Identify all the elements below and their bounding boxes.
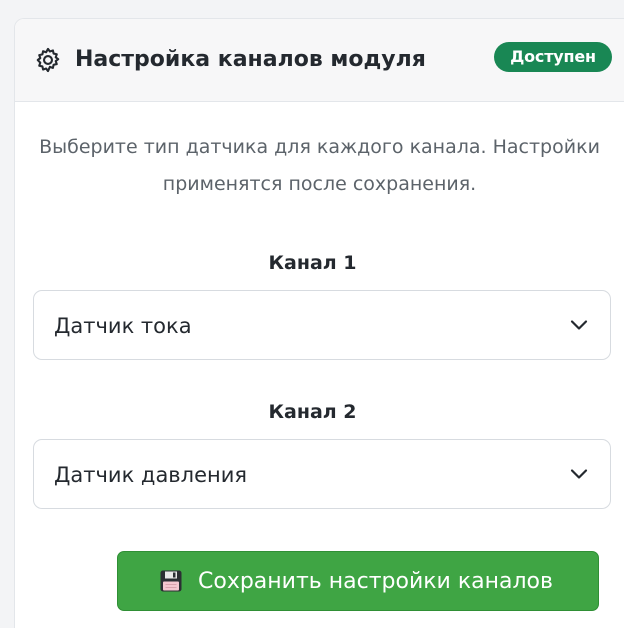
channel-1-selected-value: Датчик тока: [54, 314, 192, 338]
channel-1-select[interactable]: Датчик тока: [33, 290, 611, 360]
page-title: Настройка каналов модуля: [75, 47, 426, 72]
description-line: Выберите тип датчика для каждого канала.…: [39, 136, 600, 158]
floppy-disk-icon: [160, 570, 182, 592]
status-badge: Доступен: [494, 42, 612, 72]
description-text: Выберите тип датчика для каждого канала.…: [15, 129, 624, 203]
chevron-down-icon: [570, 469, 588, 479]
channel-1-label: Канал 1: [268, 252, 357, 274]
channel-2-label: Канал 2: [268, 401, 357, 423]
channel-settings-card: Настройка каналов модуля Доступен Выбери…: [14, 18, 624, 628]
description-line: применятся после сохранения.: [162, 173, 477, 195]
save-channels-button[interactable]: Сохранить настройки каналов: [117, 551, 599, 611]
channel-2-select[interactable]: Датчик давления: [33, 439, 611, 509]
channel-2-selected-value: Датчик давления: [54, 463, 248, 487]
chevron-down-icon: [570, 320, 588, 330]
gear-icon: [36, 47, 60, 73]
card-header: Настройка каналов модуля Доступен: [15, 19, 624, 102]
save-button-label: Сохранить настройки каналов: [198, 569, 553, 594]
